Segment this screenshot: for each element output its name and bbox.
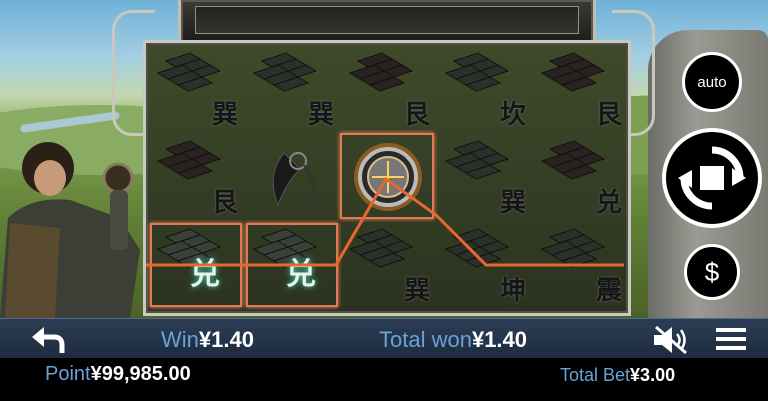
reel-cell-r3c3: 巽 (342, 223, 434, 307)
symbol-char: 艮 (403, 100, 430, 130)
reel-area: 巽 巽 艮 坎 艮 艮 巽 兑 兑 兑 巽 坤 震 (143, 40, 631, 316)
symbol-char: 兑 (190, 257, 220, 292)
win-label: Win (161, 327, 199, 352)
spin-refresh-icon (678, 146, 746, 210)
game-scene: 巽 巽 艮 坎 艮 艮 巽 兑 兑 兑 巽 坤 震 auto $ (0, 0, 768, 318)
symbol-char: 坎 (499, 100, 526, 130)
reel-cell-r3c5: 震 (534, 223, 626, 307)
win-value: ¥1.40 (198, 327, 254, 352)
symbol-char: 巽 (403, 276, 430, 306)
reel-cell-r2c3 (340, 133, 434, 219)
currency-button[interactable]: $ (684, 244, 740, 300)
symbol-char: 巽 (211, 100, 238, 130)
reel-cell-r2c2 (246, 135, 338, 219)
total-won-display: Total won¥1.40 (379, 327, 527, 353)
symbol-char: 兑 (286, 257, 316, 292)
info-bar: Point¥99,985.00 Total Bet¥3.00 (0, 358, 768, 401)
symbol-char: 艮 (595, 100, 622, 130)
reel-cell-r2c5: 兑 (534, 135, 626, 219)
symbol-char: 震 (595, 276, 622, 306)
symbol-char: 艮 (211, 188, 238, 218)
auto-label: auto (697, 73, 727, 91)
symbol-char: 巽 (499, 188, 526, 218)
point-display: Point¥99,985.00 (45, 363, 191, 386)
reel-cell-r2c1: 艮 (150, 135, 242, 219)
reel-cell-r3c2: 兑 (246, 223, 338, 307)
status-bar: Win¥1.40 Total won¥1.40 (0, 318, 768, 359)
reel-cell-r3c1: 兑 (150, 223, 242, 307)
hero-character (0, 142, 140, 318)
symbol-char: 兑 (595, 188, 622, 218)
total-bet-label: Total Bet (560, 365, 631, 385)
top-frame-panel (195, 6, 579, 34)
symbol-char: 坤 (499, 276, 526, 306)
point-label: Point (45, 363, 91, 385)
dollar-icon: $ (704, 256, 720, 287)
symbol-char: 巽 (307, 100, 334, 130)
total-bet-value: ¥3.00 (630, 365, 676, 385)
dagger-symbol-icon (272, 152, 316, 210)
reel-cell-r3c4: 坤 (438, 223, 530, 307)
reel-cell-r1c4: 坎 (438, 47, 530, 131)
reel-cell-r1c3: 艮 (342, 47, 434, 131)
top-frame (178, 0, 596, 45)
hamburger-menu-icon[interactable] (716, 327, 746, 351)
spin-button[interactable] (662, 128, 762, 228)
total-bet-display: Total Bet¥3.00 (560, 365, 675, 386)
reel-cell-r1c5: 艮 (534, 47, 626, 131)
auto-button[interactable]: auto (682, 52, 742, 112)
win-display: Win¥1.40 (161, 327, 254, 353)
reel-cell-r1c2: 巽 (246, 47, 338, 131)
total-won-label: Total won (379, 327, 472, 352)
point-value: ¥99,985.00 (90, 363, 191, 385)
reel-cell-r1c1: 巽 (150, 47, 242, 131)
reel-cell-r2c4: 巽 (438, 135, 530, 219)
win-highlight-frame (340, 133, 434, 219)
speaker-muted-icon[interactable] (652, 325, 690, 355)
total-won-value: ¥1.40 (471, 327, 528, 352)
back-arrow-icon[interactable] (30, 323, 66, 355)
